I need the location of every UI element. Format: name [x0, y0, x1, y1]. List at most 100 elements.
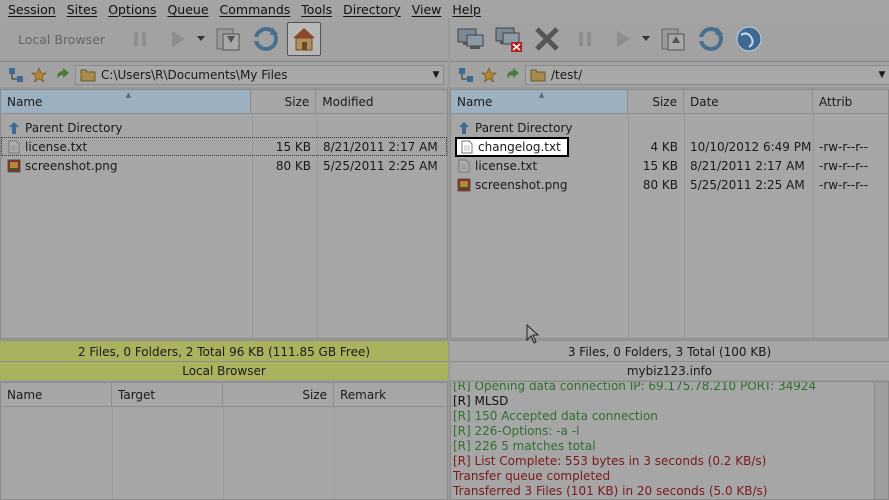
local-path-text: C:\Users\R\Documents\My Files [101, 67, 288, 82]
tree-view-button[interactable] [6, 65, 26, 85]
menu-commands[interactable]: Commands [216, 2, 295, 17]
remote-play-dropdown[interactable] [640, 22, 652, 56]
file-modified: 5/25/2011 2:25 AM [323, 158, 438, 173]
menu-sites[interactable]: Sites [63, 2, 102, 17]
mouse-cursor-icon [526, 324, 540, 344]
remote-path-text: /test/ [551, 67, 583, 82]
column-header-name[interactable]: Name ▲ [1, 90, 252, 113]
download-button[interactable] [211, 22, 245, 56]
file-row-highlighted[interactable]: changelog.txt 4 KB 10/10/2012 6:49 PM -r… [451, 136, 888, 157]
column-header-name-label: Name [457, 94, 493, 109]
refresh-icon [699, 27, 723, 51]
log-line: [R] 150 Accepted data connection [453, 409, 658, 423]
remote-play-button[interactable] [606, 22, 640, 56]
local-browser-button[interactable]: Local Browser [0, 32, 123, 47]
star-icon [481, 66, 497, 83]
remote-status-label: mybiz123.info [450, 361, 889, 379]
file-size: 4 KB [650, 139, 678, 154]
play-button[interactable] [161, 22, 195, 56]
parent-dir-icon [9, 121, 19, 134]
globe-icon [736, 26, 762, 52]
queue-column-remark[interactable]: Remark [334, 383, 447, 406]
local-status-bar: 2 Files, 0 Folders, 2 Total 96 KB (111.8… [0, 340, 448, 380]
file-row-parent-directory[interactable]: Parent Directory [451, 118, 888, 137]
file-name: Parent Directory [25, 120, 123, 135]
menu-help[interactable]: Help [448, 2, 485, 17]
file-row[interactable]: screenshot.png 80 KB 5/25/2011 2:25 AM [1, 156, 447, 175]
home-button[interactable] [287, 22, 322, 56]
queue-column-remark-label: Remark [340, 387, 387, 402]
remote-status-summary: 3 Files, 0 Folders, 3 Total (100 KB) [567, 345, 772, 359]
file-size: 80 KB [642, 177, 678, 192]
disconnect-button[interactable] [492, 22, 526, 56]
column-header-modified[interactable]: Modified [316, 90, 447, 113]
column-header-name[interactable]: Name ▲ [451, 90, 628, 113]
refresh-icon [254, 27, 279, 51]
play-dropdown[interactable] [195, 22, 207, 56]
highlighted-file[interactable]: changelog.txt [455, 136, 569, 157]
column-header-size[interactable]: Size [251, 90, 317, 113]
menu-options[interactable]: Options [104, 2, 160, 17]
tree-icon [459, 67, 473, 82]
column-header-date[interactable]: Date [684, 90, 813, 113]
image-file-icon [457, 178, 471, 191]
file-row-parent-directory[interactable]: Parent Directory [1, 118, 447, 137]
remote-tree-view-button[interactable] [456, 65, 476, 85]
queue-column-target[interactable]: Target [112, 383, 223, 406]
menu-tools[interactable]: Tools [297, 2, 336, 17]
remote-path-field[interactable]: /test/ ▼ [525, 64, 889, 85]
menu-directory[interactable]: Directory [339, 2, 405, 17]
log-line: [R] MLSD [453, 394, 509, 408]
file-date: 5/25/2011 2:25 AM [690, 177, 805, 192]
file-attrib: -rw-r--r-- [819, 177, 869, 192]
play-icon [617, 31, 630, 47]
chevron-down-icon [197, 36, 206, 41]
queue-column-size[interactable]: Size [223, 383, 334, 406]
column-header-attrib[interactable]: Attrib [813, 90, 888, 113]
file-size: 15 KB [642, 158, 678, 173]
menu-view[interactable]: View [408, 2, 446, 17]
favorites-button[interactable] [29, 65, 49, 85]
pause-button[interactable] [123, 22, 157, 56]
refresh-button[interactable] [249, 22, 283, 56]
abort-button[interactable] [530, 22, 564, 56]
column-divider [112, 407, 113, 499]
file-row[interactable]: screenshot.png 80 KB 5/25/2011 2:25 AM -… [451, 175, 888, 194]
upload-button[interactable] [656, 22, 690, 56]
menu-session[interactable]: Session [4, 2, 60, 17]
log-scrollbar[interactable] [874, 382, 888, 499]
file-attrib: -rw-r--r-- [819, 158, 869, 173]
local-path-field[interactable]: C:\Users\R\Documents\My Files ▼ [75, 64, 444, 85]
chevron-down-icon[interactable]: ▼ [875, 70, 889, 80]
file-date: 10/10/2012 6:49 PM [690, 139, 812, 154]
remote-favorites-button[interactable] [479, 65, 499, 85]
file-size: 15 KB [275, 139, 311, 154]
column-divider [334, 407, 335, 499]
remote-refresh-button[interactable] [694, 22, 728, 56]
chevron-down-icon[interactable]: ▼ [429, 70, 443, 80]
column-header-size[interactable]: Size [628, 90, 684, 113]
parent-dir-icon [459, 121, 469, 134]
queue-column-name[interactable]: Name [1, 383, 112, 406]
text-file-icon [461, 140, 473, 153]
download-icon [216, 28, 240, 51]
file-row[interactable]: license.txt 15 KB 8/21/2011 2:17 AM -rw-… [451, 156, 888, 175]
file-modified: 8/21/2011 2:17 AM [323, 139, 438, 154]
sort-asc-icon: ▲ [539, 91, 545, 99]
remote-pause-button[interactable] [568, 22, 602, 56]
web-button[interactable] [732, 22, 766, 56]
play-icon [172, 31, 186, 47]
file-row[interactable]: license.txt 15 KB 8/21/2011 2:17 AM [1, 137, 447, 156]
pause-icon [134, 32, 147, 46]
up-arrow-icon [507, 67, 519, 78]
text-file-icon [8, 140, 20, 153]
local-status-summary: 2 Files, 0 Folders, 2 Total 96 KB (111.8… [77, 345, 371, 359]
file-date: 8/21/2011 2:17 AM [690, 158, 805, 173]
up-folder-button[interactable] [52, 65, 72, 85]
log-line: [R] Opening data connection IP: 69.175.7… [453, 381, 817, 393]
menu-queue[interactable]: Queue [163, 2, 212, 17]
disconnect-icon [495, 27, 522, 52]
computer-icon [457, 28, 484, 49]
connect-button[interactable] [454, 22, 488, 56]
remote-up-folder-button[interactable] [502, 65, 522, 85]
